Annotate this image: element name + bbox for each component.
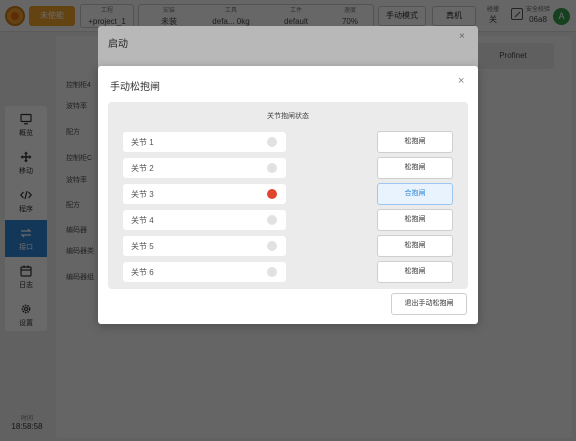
- manual-brake-dialog: 手动松抱闸 × 关节抱闸状态 关节 1 松抱闸 关节 2 松抱闸 关节 3 合抱…: [98, 66, 478, 324]
- brake-toggle-button-1[interactable]: 松抱闸: [377, 131, 453, 153]
- joint-name: 关节 2: [131, 164, 154, 173]
- brake-status-indicator: [267, 137, 277, 147]
- brake-toggle-button-5[interactable]: 松抱闸: [377, 235, 453, 257]
- panel-title: 关节抱闸状态: [267, 113, 309, 120]
- brake-status-indicator: [267, 163, 277, 173]
- brake-status-indicator: [267, 241, 277, 251]
- joint-row-6: 关节 6: [123, 262, 286, 282]
- brake-toggle-button-3[interactable]: 合抱闸: [377, 183, 453, 205]
- joint-row-5: 关节 5: [123, 236, 286, 256]
- brake-toggle-button-4[interactable]: 松抱闸: [377, 209, 453, 231]
- joint-name: 关节 3: [131, 190, 154, 199]
- joint-row-3: 关节 3: [123, 184, 286, 204]
- dialog-title: 手动松抱闸: [110, 82, 160, 93]
- joint-row-4: 关节 4: [123, 210, 286, 230]
- joint-name: 关节 4: [131, 216, 154, 225]
- joint-row-1: 关节 1: [123, 132, 286, 152]
- brake-status-indicator: [267, 267, 277, 277]
- brake-toggle-button-6[interactable]: 松抱闸: [377, 261, 453, 283]
- brake-status-indicator: [267, 215, 277, 225]
- joint-name: 关节 1: [131, 138, 154, 147]
- joint-row-2: 关节 2: [123, 158, 286, 178]
- brake-status-indicator: [267, 189, 277, 199]
- close-icon[interactable]: ×: [458, 75, 464, 87]
- joint-name: 关节 5: [131, 242, 154, 251]
- brake-status-panel: 关节抱闸状态 关节 1 松抱闸 关节 2 松抱闸 关节 3 合抱闸 关节 4 松…: [108, 102, 468, 289]
- exit-manual-brake-button[interactable]: 退出手动松抱闸: [391, 293, 467, 315]
- joint-name: 关节 6: [131, 268, 154, 277]
- brake-toggle-button-2[interactable]: 松抱闸: [377, 157, 453, 179]
